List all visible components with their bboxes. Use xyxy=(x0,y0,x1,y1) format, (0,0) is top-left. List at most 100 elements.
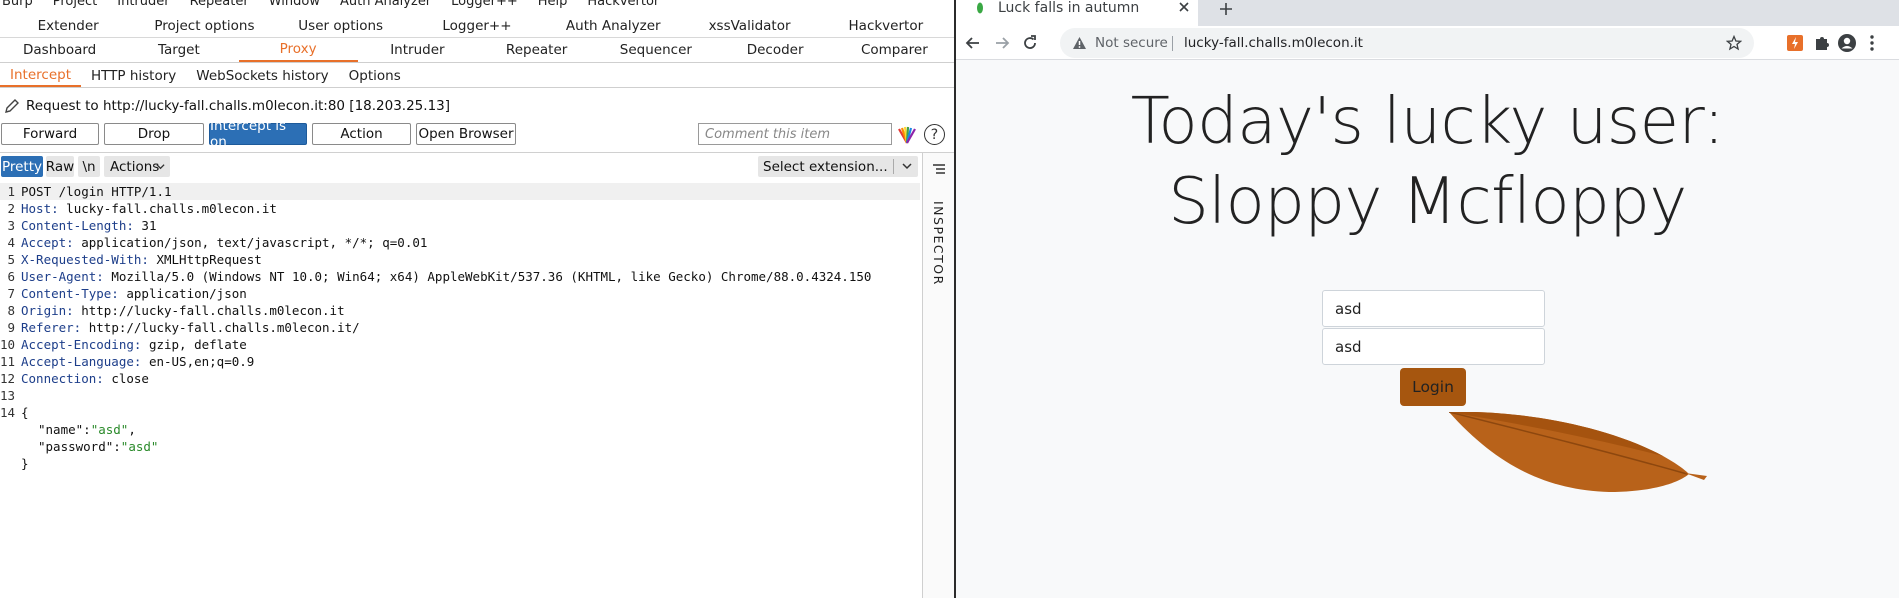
tab-hackvertor[interactable]: Hackvertor xyxy=(818,14,954,37)
tab-sequencer[interactable]: Sequencer xyxy=(596,38,715,62)
json-key: "name" xyxy=(38,422,84,437)
json-line: "name":"asd", xyxy=(38,422,136,437)
login-button[interactable]: Login xyxy=(1400,368,1466,406)
header-value: { xyxy=(21,405,29,420)
pencil-icon[interactable] xyxy=(4,98,20,114)
menu-burp[interactable]: Burp xyxy=(2,0,33,10)
account-icon[interactable] xyxy=(1837,33,1857,53)
actions-dropdown[interactable]: Actions xyxy=(104,156,170,177)
request-line: 12 Connection: close xyxy=(0,370,920,387)
header-value: 31 xyxy=(133,218,157,233)
select-extension-dropdown[interactable]: Select extension... xyxy=(758,156,918,177)
request-target-text: Request to http://lucky-fall.challs.m0le… xyxy=(26,98,451,114)
header-key: Host: xyxy=(21,201,59,216)
header-key: Content-Length: xyxy=(21,218,134,233)
header-key: Accept-Encoding: xyxy=(21,337,142,352)
tab-websockets-history[interactable]: WebSockets history xyxy=(186,64,338,87)
line-number: 2 xyxy=(7,201,15,216)
menu-intruder[interactable]: Intruder xyxy=(117,0,169,10)
line-number: 12 xyxy=(0,371,16,386)
newline-toggle[interactable]: \n xyxy=(78,156,100,177)
request-line: 13 xyxy=(0,387,920,404)
json-line: } xyxy=(0,455,920,472)
tab-logger[interactable]: Logger++ xyxy=(409,14,545,37)
web-page: Today's lucky user: Sloppy Mcfloppy asd … xyxy=(956,60,1899,598)
action-button[interactable]: Action xyxy=(312,123,411,145)
warning-icon xyxy=(1073,37,1086,49)
line-number: 5 xyxy=(7,252,15,267)
menu-repeater[interactable]: Repeater xyxy=(190,0,249,10)
tab-user-options[interactable]: User options xyxy=(273,14,409,37)
tab-http-history[interactable]: HTTP history xyxy=(81,64,186,87)
inspector-panel[interactable]: INSPECTOR xyxy=(922,153,954,598)
burp-top-tabs-row1: Extender Project options User options Lo… xyxy=(0,14,954,38)
tab-dashboard[interactable]: Dashboard xyxy=(0,38,119,62)
address-bar[interactable]: Not secure lucky-fall.challs.m0lecon.it xyxy=(1060,28,1754,58)
request-target-line: Request to http://lucky-fall.challs.m0le… xyxy=(0,96,450,116)
tab-intercept[interactable]: Intercept xyxy=(0,64,81,87)
tab-comparer[interactable]: Comparer xyxy=(835,38,954,62)
back-icon[interactable] xyxy=(963,33,983,53)
drop-button[interactable]: Drop xyxy=(104,123,204,145)
header-key: Connection: xyxy=(21,371,104,386)
tab-xssvalidator[interactable]: xssValidator xyxy=(681,14,817,37)
intercept-toggle-button[interactable]: Intercept is on xyxy=(209,118,307,150)
puzzle-icon[interactable] xyxy=(1812,33,1832,53)
request-line: 7 Content-Type: application/json xyxy=(0,285,920,302)
password-input[interactable]: asd xyxy=(1322,328,1545,365)
request-line: 2 Host: lucky-fall.challs.m0lecon.it xyxy=(0,200,920,217)
tab-intruder[interactable]: Intruder xyxy=(358,38,477,62)
request-editor[interactable]: 1 POST /login HTTP/1.1 2 Host: lucky-fall.… xyxy=(0,183,920,598)
raw-tab[interactable]: Raw xyxy=(46,156,74,177)
reload-icon[interactable] xyxy=(1020,33,1040,53)
tab-proxy-options[interactable]: Options xyxy=(339,64,411,87)
pretty-tab[interactable]: Pretty xyxy=(1,156,43,177)
favicon-leaf-icon xyxy=(977,2,983,14)
forward-icon[interactable] xyxy=(992,33,1012,53)
request-line: 1 POST /login HTTP/1.1 xyxy=(0,183,920,200)
header-value: XMLHttpRequest xyxy=(148,252,262,267)
menu-hackvertor[interactable]: Hackvertor xyxy=(587,0,659,10)
menu-help[interactable]: Help xyxy=(538,0,568,10)
header-key: User-Agent: xyxy=(21,269,104,284)
header-value: en-US,en;q=0.9 xyxy=(141,354,255,369)
tab-decoder[interactable]: Decoder xyxy=(716,38,835,62)
open-browser-button[interactable]: Open Browser xyxy=(416,123,516,145)
browser-tab[interactable]: Luck falls in autumn xyxy=(956,0,1198,26)
menu-project[interactable]: Project xyxy=(53,0,97,10)
tab-auth-analyzer[interactable]: Auth Analyzer xyxy=(545,14,681,37)
menu-auth-analyzer[interactable]: Auth Analyzer xyxy=(340,0,431,10)
tab-extender[interactable]: Extender xyxy=(0,14,136,37)
header-key: Origin: xyxy=(21,303,74,318)
browser-tabstrip: Luck falls in autumn xyxy=(956,0,1899,26)
close-icon[interactable] xyxy=(1178,1,1190,13)
help-icon[interactable]: ? xyxy=(924,124,945,145)
extension-icon[interactable] xyxy=(1786,34,1804,52)
browser-window: Luck falls in autumn Not secure lucky-fa… xyxy=(956,0,1899,598)
tab-target[interactable]: Target xyxy=(119,38,238,62)
line-number: 1 xyxy=(7,184,15,199)
divider xyxy=(0,152,954,153)
tab-repeater[interactable]: Repeater xyxy=(477,38,596,62)
inspector-menu-icon[interactable] xyxy=(932,163,946,175)
not-secure-label: Not secure xyxy=(1095,35,1168,51)
menu-logger[interactable]: Logger++ xyxy=(451,0,518,10)
select-extension-label: Select extension... xyxy=(763,158,888,175)
inspector-label: INSPECTOR xyxy=(931,201,946,286)
tab-project-options[interactable]: Project options xyxy=(136,14,272,37)
burp-window: Burp Project Intruder Repeater Window Au… xyxy=(0,0,954,598)
star-icon[interactable] xyxy=(1726,35,1742,51)
json-close-brace: } xyxy=(21,456,29,471)
header-value: application/json xyxy=(118,286,247,301)
header-value: lucky-fall.challs.m0lecon.it xyxy=(58,201,277,216)
forward-button[interactable]: Forward xyxy=(1,123,99,145)
menu-icon[interactable] xyxy=(1862,33,1882,53)
username-input[interactable]: asd xyxy=(1322,290,1545,327)
color-highlight-icon[interactable] xyxy=(897,126,917,144)
menu-window[interactable]: Window xyxy=(269,0,320,10)
url-text[interactable]: lucky-fall.challs.m0lecon.it xyxy=(1184,35,1363,51)
comment-input[interactable]: Comment this item xyxy=(698,123,892,145)
new-tab-icon[interactable] xyxy=(1218,1,1234,17)
tab-proxy[interactable]: Proxy xyxy=(238,38,358,62)
header-key: Accept: xyxy=(21,235,74,250)
